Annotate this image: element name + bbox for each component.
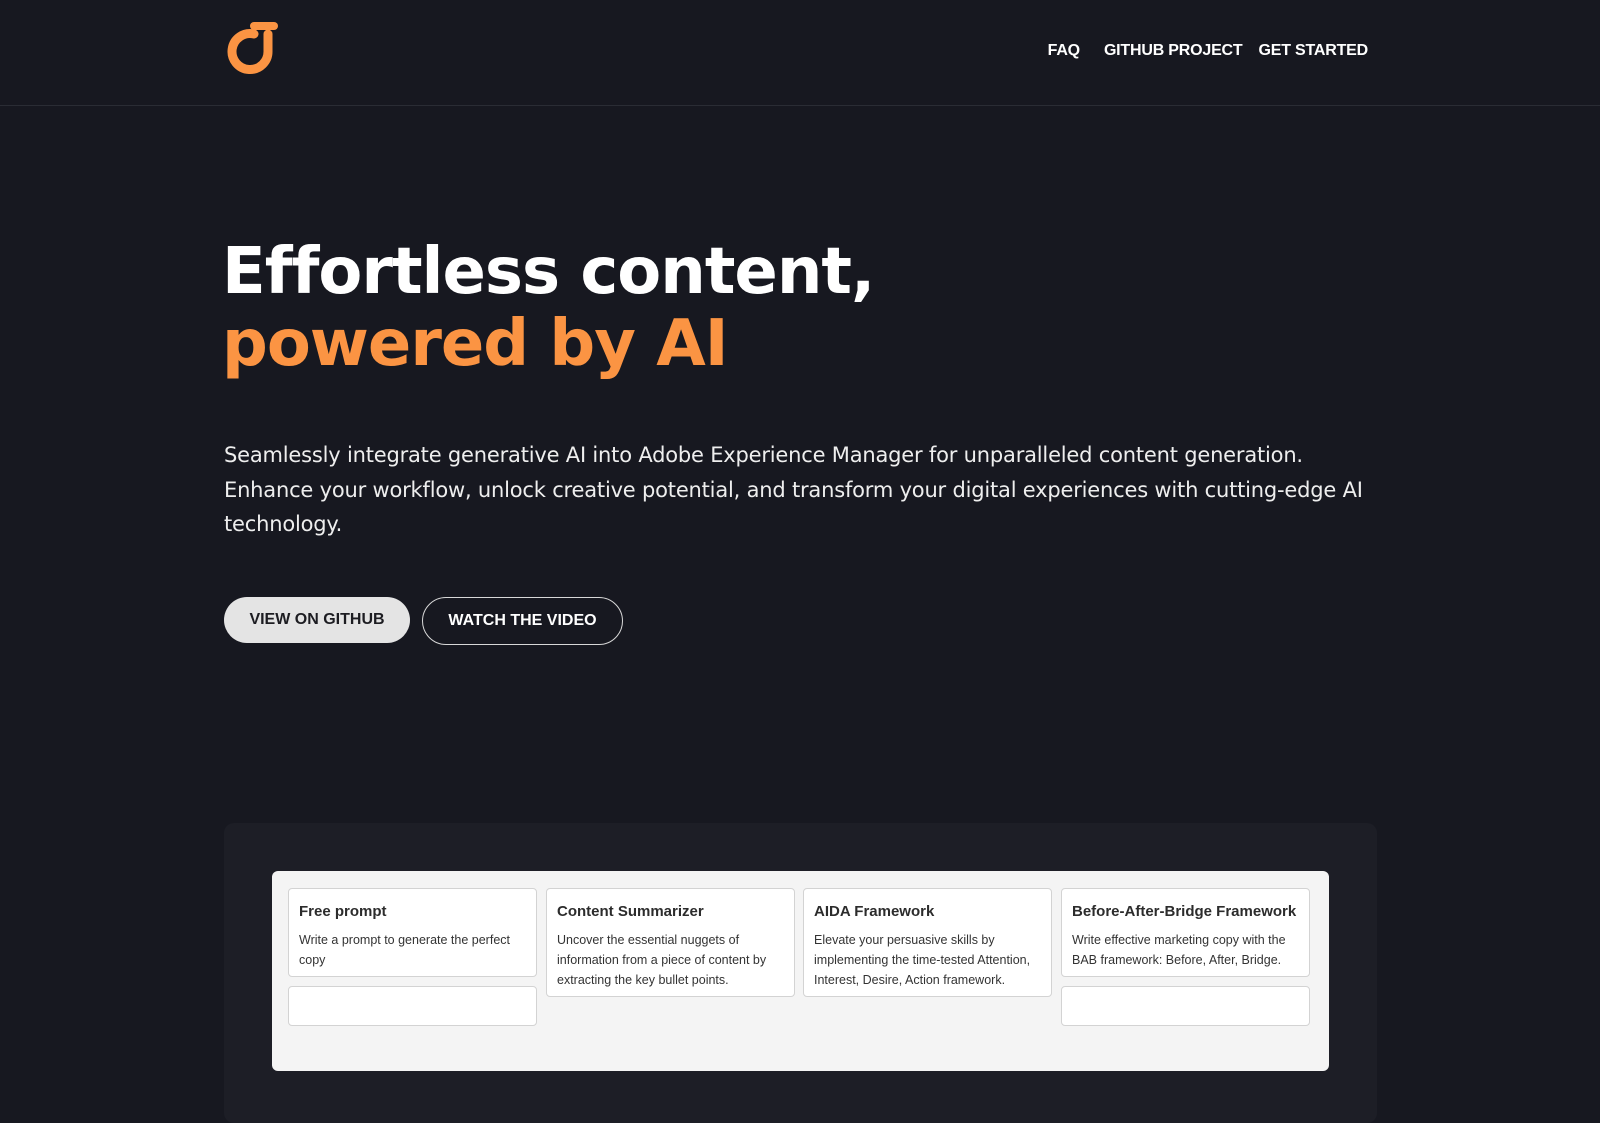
card-free-prompt[interactable]: Free prompt Write a prompt to generate t… <box>288 888 537 977</box>
watch-video-button[interactable]: WATCH THE VIDEO <box>422 597 623 645</box>
brand-logo-icon[interactable] <box>224 20 284 80</box>
view-on-github-button[interactable]: VIEW ON GITHUB <box>224 597 410 643</box>
card-placeholder[interactable] <box>288 986 537 1026</box>
hero-title-line2: powered by AI <box>222 307 729 381</box>
main-nav: FAQ GITHUB PROJECT GET STARTED <box>1048 42 1369 60</box>
nav-get-started[interactable]: GET STARTED <box>1258 42 1368 60</box>
card-bab-framework[interactable]: Before-After-Bridge Framework Write effe… <box>1061 888 1310 977</box>
card-placeholder[interactable] <box>1061 986 1310 1026</box>
hero-title: Effortless content, powered by AI <box>222 235 875 381</box>
hero-title-line1: Effortless content, <box>222 235 875 309</box>
card-title: Free prompt <box>299 903 387 920</box>
site-header: FAQ GITHUB PROJECT GET STARTED <box>0 0 1600 106</box>
nav-github-project[interactable]: GITHUB PROJECT <box>1104 42 1243 60</box>
card-title: Before-After-Bridge Framework <box>1072 903 1297 920</box>
card-title: Content Summarizer <box>557 903 704 920</box>
card-description: Uncover the essential nuggets of informa… <box>557 933 767 987</box>
card-content-summarizer[interactable]: Content Summarizer Uncover the essential… <box>546 888 795 997</box>
card-description: Elevate your persuasive skills by implem… <box>814 933 1031 987</box>
card-description: Write effective marketing copy with the … <box>1072 933 1286 967</box>
card-title: AIDA Framework <box>814 903 935 920</box>
card-aida-framework[interactable]: AIDA Framework Elevate your persuasive s… <box>803 888 1052 997</box>
nav-faq[interactable]: FAQ <box>1048 42 1080 60</box>
hero-description: Seamlessly integrate generative AI into … <box>224 443 1363 536</box>
card-description: Write a prompt to generate the perfect c… <box>299 933 510 967</box>
